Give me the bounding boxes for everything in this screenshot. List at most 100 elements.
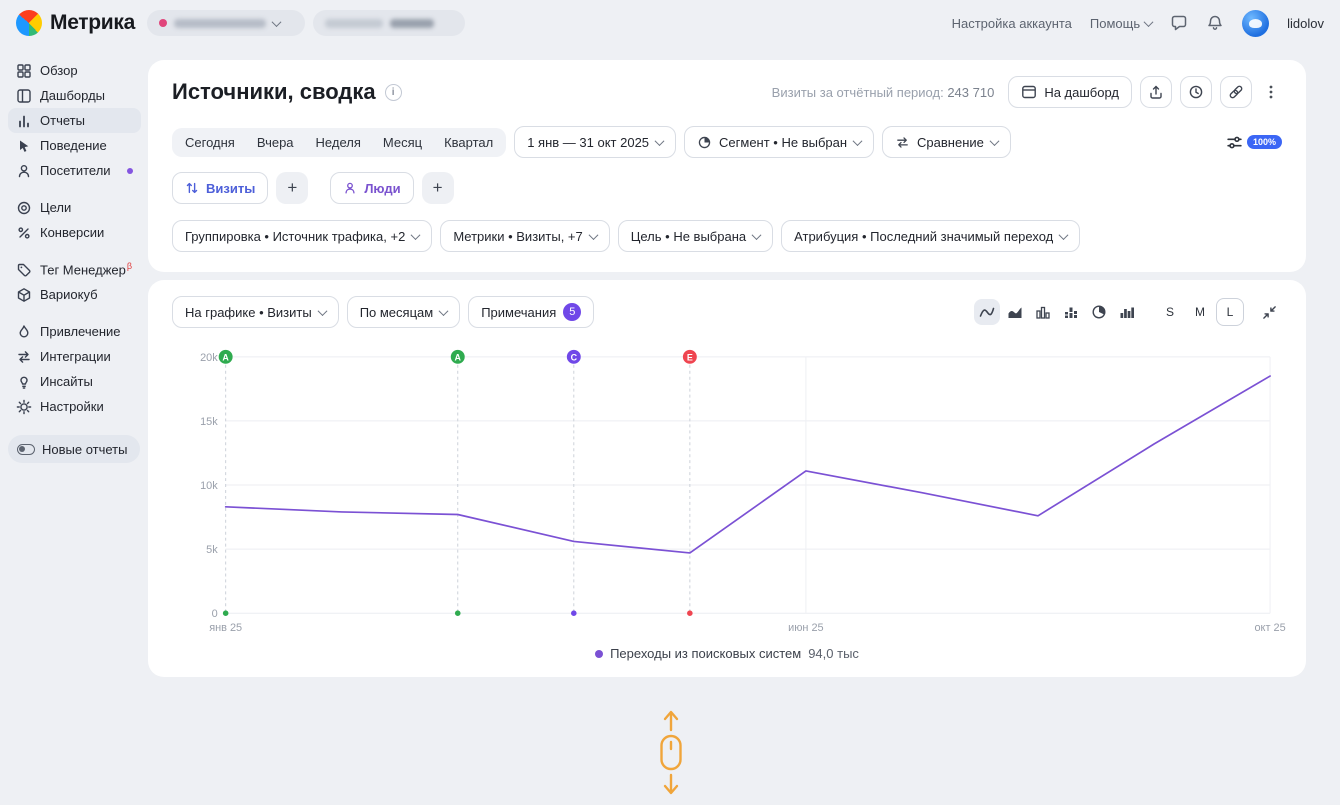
grid-icon — [16, 63, 32, 79]
chevron-down-icon — [853, 136, 863, 146]
collapse-chart-icon[interactable] — [1256, 299, 1282, 325]
sidebar-item-label: Конверсии — [40, 225, 104, 240]
chart-type-line-icon[interactable] — [974, 299, 1000, 325]
flame-icon — [16, 324, 32, 340]
chart-type-area-icon[interactable] — [1002, 299, 1028, 325]
svg-text:янв 25: янв 25 — [209, 622, 242, 634]
sidebar-item-integrations[interactable]: Интеграции — [8, 344, 141, 369]
compare-value: Сравнение — [917, 135, 984, 150]
visits-tab[interactable]: Визиты — [172, 172, 268, 204]
chat-icon[interactable] — [1170, 14, 1188, 32]
sidebar-item-label: Обзор — [40, 63, 78, 78]
segment-dropdown[interactable]: Сегмент • Не выбран — [684, 126, 874, 158]
date-range-dropdown[interactable]: 1 янв — 31 окт 2025 — [514, 126, 676, 158]
svg-text:A: A — [455, 352, 462, 362]
topbar: Метрика Настройка аккаунта Помощь lidolo… — [0, 0, 1340, 46]
svg-text:C: C — [571, 352, 578, 362]
sidebar-item-label: Настройки — [40, 399, 104, 414]
cursor-icon — [16, 138, 32, 154]
share-link-button[interactable] — [1220, 76, 1252, 108]
sampling-control[interactable]: 100% — [1226, 134, 1282, 151]
sidebar-item-variocube[interactable]: Вариокуб — [8, 282, 141, 307]
grouping-dropdown[interactable]: Группировка • Источник трафика, +2 — [172, 220, 432, 252]
cube-icon — [16, 287, 32, 303]
sidebar-item-behavior[interactable]: Поведение — [8, 133, 141, 158]
notes-count-badge: 5 — [563, 303, 581, 321]
chart-type-column-icon[interactable] — [1114, 299, 1140, 325]
sidebar-item-tag-manager[interactable]: Тег Менеджерβ — [8, 257, 141, 282]
quick-range-button[interactable]: Сегодня — [174, 130, 246, 155]
size-l-button[interactable]: L — [1216, 298, 1244, 326]
size-m-button[interactable]: M — [1186, 298, 1214, 326]
add-people-metric-button[interactable]: + — [422, 172, 454, 204]
sidebar-item-goals[interactable]: Цели — [8, 195, 141, 220]
quick-range-button[interactable]: Месяц — [372, 130, 433, 155]
quick-range-button[interactable]: Неделя — [305, 130, 372, 155]
sidebar-item-visitors[interactable]: Посетители — [8, 158, 141, 183]
notifications-bell-icon[interactable] — [1206, 14, 1224, 32]
topbar-right: Настройка аккаунта Помощь lidolov — [952, 10, 1324, 37]
export-button[interactable] — [1140, 76, 1172, 108]
counter-name-redacted — [174, 19, 266, 28]
metrika-logo[interactable]: Метрика — [16, 10, 135, 36]
compare-dropdown[interactable]: Сравнение — [882, 126, 1011, 158]
size-s-button[interactable]: S — [1156, 298, 1184, 326]
sidebar-item-settings[interactable]: Настройки — [8, 394, 141, 419]
chevron-down-icon — [989, 136, 999, 146]
svg-text:июн 25: июн 25 — [788, 622, 824, 634]
help-menu[interactable]: Помощь — [1090, 16, 1152, 31]
sidebar-item-attraction[interactable]: Привлечение — [8, 319, 141, 344]
new-reports-toggle[interactable]: Новые отчеты — [8, 435, 140, 463]
svg-text:A: A — [222, 352, 229, 362]
sidebar-item-reports[interactable]: Отчеты — [8, 108, 141, 133]
counter-info-redacted — [325, 19, 383, 28]
sidebar: Обзор Дашборды Отчеты Поведение Посетите… — [0, 46, 148, 677]
chart-type-stacked-bar-icon[interactable] — [1058, 299, 1084, 325]
info-icon[interactable]: i — [385, 84, 402, 101]
lightbulb-icon — [16, 374, 32, 390]
on-chart-dropdown[interactable]: На графике • Визиты — [172, 296, 339, 328]
people-tab[interactable]: Люди — [330, 172, 413, 204]
add-visits-metric-button[interactable]: + — [276, 172, 308, 204]
granularity-dropdown[interactable]: По месяцам — [347, 296, 461, 328]
chevron-down-icon — [588, 230, 598, 240]
chart-type-bar-icon[interactable] — [1030, 299, 1056, 325]
svg-text:5k: 5k — [206, 544, 218, 556]
quick-range-button[interactable]: Квартал — [433, 130, 504, 155]
clock-icon — [1188, 84, 1204, 100]
notification-dot — [127, 168, 133, 174]
notes-button[interactable]: Примечания 5 — [468, 296, 594, 328]
svg-text:окт 25: окт 25 — [1254, 622, 1285, 634]
goal-dropdown[interactable]: Цель • Не выбрана — [618, 220, 773, 252]
quick-range-button[interactable]: Вчера — [246, 130, 305, 155]
svg-text:15k: 15k — [200, 416, 218, 428]
sliders-icon — [1226, 134, 1243, 151]
chart-type-pie-icon[interactable] — [1086, 299, 1112, 325]
chevron-down-icon — [1059, 230, 1069, 240]
page-title: Источники, сводка — [172, 79, 376, 105]
notes-label: Примечания — [481, 305, 556, 320]
chart-legend[interactable]: Переходы из поисковых систем 94,0 тыс — [172, 646, 1282, 665]
visits-tab-label: Визиты — [206, 181, 255, 196]
metrics-dropdown[interactable]: Метрики • Визиты, +7 — [440, 220, 609, 252]
report-header-card: Источники, сводка i Визиты за отчётный п… — [148, 60, 1306, 272]
sidebar-item-insights[interactable]: Инсайты — [8, 369, 141, 394]
segment-value: Сегмент • Не выбран — [719, 135, 847, 150]
date-range-value: 1 янв — 31 окт 2025 — [527, 135, 649, 150]
bar-chart-icon — [16, 113, 32, 129]
sidebar-item-dashboards[interactable]: Дашборды — [8, 83, 141, 108]
counter-selector[interactable] — [147, 10, 305, 36]
person-icon — [343, 181, 357, 195]
more-menu-button[interactable] — [1260, 76, 1282, 108]
chevron-down-icon — [439, 306, 449, 316]
line-chart[interactable]: 05k10k15k20kянв 25июн 25окт 25AACE — [172, 342, 1282, 636]
counter-secondary[interactable] — [313, 10, 465, 36]
to-dashboard-button[interactable]: На дашборд — [1008, 76, 1132, 108]
account-settings-link[interactable]: Настройка аккаунта — [952, 16, 1072, 31]
sidebar-item-label: Цели — [40, 200, 71, 215]
sidebar-item-overview[interactable]: Обзор — [8, 58, 141, 83]
history-button[interactable] — [1180, 76, 1212, 108]
user-avatar[interactable] — [1242, 10, 1269, 37]
attribution-dropdown[interactable]: Атрибуция • Последний значимый переход — [781, 220, 1080, 252]
sidebar-item-conversions[interactable]: Конверсии — [8, 220, 141, 245]
